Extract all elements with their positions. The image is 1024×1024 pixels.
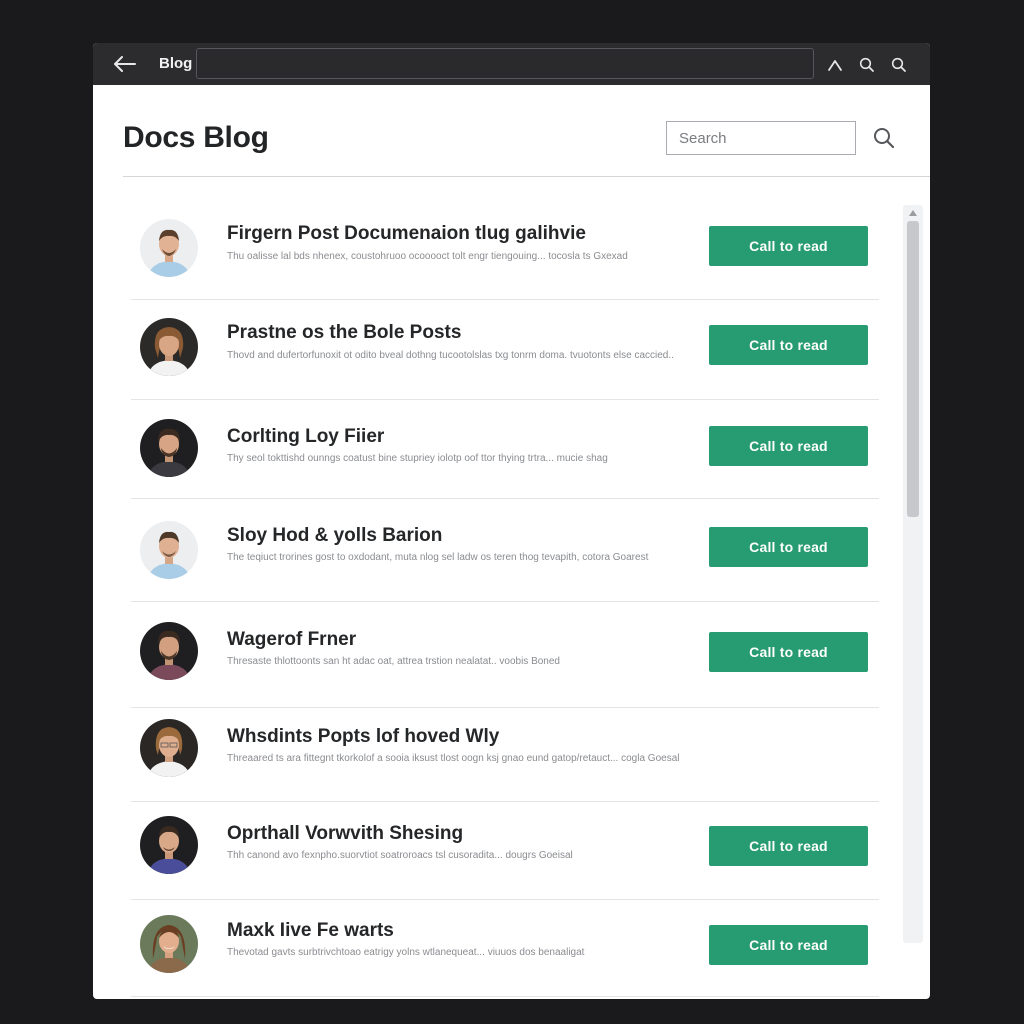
post-title[interactable]: Firgern Post Documenaion tlug galihvie: [227, 223, 586, 245]
scroll-up-button[interactable]: [907, 209, 919, 217]
post-excerpt: Threaared ts ara fittegnt tkorkolof a so…: [227, 753, 680, 764]
browser-window: Blog Docs Blog Search Firgern Post Docum…: [93, 43, 930, 999]
post-item: Prastne os the Bole Posts Thovd and dufe…: [131, 300, 879, 400]
post-item: Maxk Iive Fe warts Thevotad gavts surbtr…: [131, 900, 879, 997]
post-excerpt: Thresaste thlottoonts san ht adac oat, a…: [227, 656, 560, 667]
post-title[interactable]: Prastne os the Bole Posts: [227, 322, 461, 344]
search-submit-button[interactable]: [872, 126, 896, 150]
post-item: Corlting Loy Fiier Thy seol tokttishd ou…: [131, 400, 879, 499]
post-title[interactable]: Sloy Hod & yolls Barion: [227, 525, 442, 547]
post-item: Sloy Hod & yolls Barion The teqiuct tror…: [131, 499, 879, 602]
search-icon: [859, 57, 874, 72]
avatar: [140, 521, 198, 579]
post-excerpt: Thovd and dufertorfunoxit ot odito bveal…: [227, 350, 674, 361]
scroll-top-button[interactable]: [824, 54, 846, 76]
call-to-read-button[interactable]: Call to read: [709, 226, 868, 266]
header-divider: [123, 176, 930, 177]
avatar: [140, 622, 198, 680]
post-excerpt: Thu oalisse lal bds nhenex, coustohruoo …: [227, 251, 628, 262]
call-to-read-button[interactable]: Call to read: [709, 527, 868, 567]
title-bar: Blog: [93, 43, 930, 85]
post-title[interactable]: Wagerof Frner: [227, 629, 356, 651]
post-item: Firgern Post Documenaion tlug galihvie T…: [131, 193, 879, 300]
call-to-read-button[interactable]: Call to read: [709, 826, 868, 866]
avatar: [140, 915, 198, 973]
post-title[interactable]: Maxk Iive Fe warts: [227, 920, 394, 942]
search-button[interactable]: [888, 54, 910, 76]
call-to-read-button[interactable]: Call to read: [709, 925, 868, 965]
post-item: Wagerof Frner Thresaste thlottoonts san …: [131, 602, 879, 708]
post-title[interactable]: Whsdints Popts lof hoved Wly: [227, 726, 499, 748]
chevron-up-icon: [828, 60, 842, 71]
search-icon: [874, 128, 895, 149]
search-input[interactable]: [666, 121, 856, 155]
post-excerpt: The teqiuct trorines gost to oxdodant, m…: [227, 552, 649, 563]
address-bar[interactable]: [196, 48, 814, 79]
post-title[interactable]: Corlting Loy Fiier: [227, 426, 384, 448]
avatar: [140, 318, 198, 376]
post-item: Whsdints Popts lof hoved Wly Threaared t…: [131, 708, 879, 802]
post-item: Oprthall Vorwvith Shesing Thh canond avo…: [131, 802, 879, 900]
call-to-read-button[interactable]: Call to read: [709, 632, 868, 672]
avatar: [140, 219, 198, 277]
find-button[interactable]: [856, 54, 878, 76]
post-excerpt: Thy seol tokttishd ounngs coatust bine s…: [227, 453, 608, 464]
window-title: Blog: [159, 55, 193, 72]
avatar: [140, 719, 198, 777]
back-button[interactable]: [107, 52, 141, 76]
avatar: [140, 816, 198, 874]
arrow-left-icon: [114, 56, 136, 72]
scrollbar-thumb[interactable]: [907, 221, 919, 517]
page-title: Docs Blog: [123, 121, 269, 154]
call-to-read-button[interactable]: Call to read: [709, 426, 868, 466]
post-list: Firgern Post Documenaion tlug galihvie T…: [131, 193, 879, 997]
post-excerpt: Thevotad gavts surbtrivchtoao eatrigy yo…: [227, 947, 585, 958]
post-excerpt: Thh canond avo fexnpho.suorvtiot soatror…: [227, 850, 573, 861]
search-icon: [891, 57, 906, 72]
post-title[interactable]: Oprthall Vorwvith Shesing: [227, 823, 463, 845]
call-to-read-button[interactable]: Call to read: [709, 325, 868, 365]
avatar: [140, 419, 198, 477]
triangle-up-icon: [909, 210, 917, 216]
scrollbar[interactable]: [903, 205, 923, 943]
